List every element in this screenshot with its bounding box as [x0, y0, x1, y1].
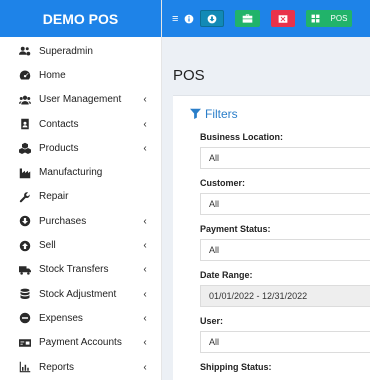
- field-label: User:: [200, 316, 224, 326]
- sidebar-item-label: Expenses: [39, 312, 83, 324]
- payment-status-select[interactable]: All: [200, 239, 370, 261]
- sidebar-item-user-management[interactable]: User Management ‹: [0, 88, 161, 112]
- sidebar-item-stock-transfers[interactable]: Stock Transfers ‹: [0, 258, 161, 282]
- arrow-circle-down-icon: [18, 215, 32, 227]
- chevron-left-icon: ‹: [143, 240, 147, 252]
- users-cog-icon: [18, 45, 32, 57]
- sidebar-item-purchases[interactable]: Purchases ‹: [0, 209, 161, 233]
- top-navbar: ≡ POS: [162, 0, 370, 37]
- filters-toggle[interactable]: Filters: [173, 96, 370, 131]
- info-icon[interactable]: [184, 14, 194, 24]
- minus-circle-icon: [18, 312, 32, 324]
- briefcase-button[interactable]: [235, 10, 261, 27]
- users-icon: [18, 94, 32, 106]
- truck-icon: [18, 264, 32, 276]
- sidebar-item-sell[interactable]: Sell ‹: [0, 233, 161, 257]
- sidebar-item-label: Stock Transfers: [39, 264, 109, 276]
- main-content: POS Filters Business Location: All Custo…: [162, 37, 370, 380]
- sidebar-item-label: User Management: [39, 94, 122, 106]
- field-label: Shipping Status:: [200, 362, 272, 372]
- payment-status-field: Payment Status: All: [173, 223, 370, 261]
- sidebar-item-contacts[interactable]: Contacts ‹: [0, 112, 161, 136]
- chevron-left-icon: ‹: [143, 312, 147, 324]
- sidebar-item-label: Home: [39, 69, 66, 81]
- sidebar-item-repair[interactable]: Repair: [0, 185, 161, 209]
- chevron-left-icon: ‹: [143, 94, 147, 106]
- field-label: Customer:: [200, 178, 246, 188]
- sidebar-item-label: Sell: [39, 240, 56, 252]
- sidebar-item-products[interactable]: Products ‹: [0, 136, 161, 160]
- sidebar-item-manufacturing[interactable]: Manufacturing: [0, 160, 161, 184]
- th-large-icon: [311, 14, 320, 23]
- sidebar-item-label: Products: [39, 142, 79, 154]
- database-icon: [18, 288, 32, 300]
- business-location-select[interactable]: All: [200, 147, 370, 169]
- pos-button[interactable]: POS: [306, 10, 353, 27]
- industry-icon: [18, 167, 32, 179]
- dashboard-icon: [18, 69, 32, 81]
- filters-panel: Filters Business Location: All Customer:…: [173, 95, 370, 380]
- briefcase-icon: [243, 14, 253, 23]
- hamburger-menu-icon[interactable]: ≡: [172, 13, 178, 25]
- customer-field: Customer: All: [173, 177, 370, 215]
- date-range-field: Date Range: 01/01/2022 - 12/31/2022: [173, 269, 370, 307]
- sidebar-item-label: Contacts: [39, 118, 79, 130]
- chevron-left-icon: ‹: [143, 142, 147, 154]
- brand-logo[interactable]: DEMO POS: [0, 0, 161, 37]
- sidebar-item-label: Manufacturing: [39, 167, 103, 179]
- filter-icon: [190, 108, 201, 119]
- field-label: Business Location:: [200, 132, 284, 142]
- sidebar-item-reports[interactable]: Reports ‹: [0, 355, 161, 379]
- sidebar-item-label: Superadmin: [39, 45, 93, 57]
- business-location-field: Business Location: All: [173, 131, 370, 169]
- sidebar-item-label: Payment Accounts: [39, 337, 122, 349]
- date-range-input[interactable]: 01/01/2022 - 12/31/2022: [200, 285, 370, 307]
- sidebar-item-label: Reports: [39, 361, 75, 373]
- download-button[interactable]: [200, 10, 225, 27]
- arrow-circle-down-icon: [208, 14, 217, 23]
- close-register-button[interactable]: [271, 10, 296, 27]
- sidebar-menu: Superadmin Home User Management ‹ Contac…: [0, 39, 161, 379]
- chevron-left-icon: ‹: [143, 264, 147, 276]
- sidebar-item-stock-adjustment[interactable]: Stock Adjustment ‹: [0, 282, 161, 306]
- sidebar-item-payment-accounts[interactable]: Payment Accounts ‹: [0, 331, 161, 355]
- chevron-left-icon: ‹: [143, 361, 147, 373]
- sidebar: DEMO POS Superadmin Home User Management…: [0, 0, 162, 380]
- address-book-icon: [18, 118, 32, 130]
- arrow-circle-up-icon: [18, 240, 32, 252]
- sidebar-item-label: Stock Adjustment: [39, 288, 117, 300]
- field-label: Date Range:: [200, 270, 253, 280]
- window-close-icon: [279, 14, 288, 23]
- bar-chart-icon: [18, 361, 32, 373]
- chevron-left-icon: ‹: [143, 118, 147, 130]
- customer-select[interactable]: All: [200, 193, 370, 215]
- shipping-status-field: Shipping Status:: [173, 361, 370, 374]
- pos-button-label: POS: [330, 14, 348, 23]
- wrench-icon: [18, 191, 32, 203]
- money-check-icon: [18, 337, 32, 349]
- page-title: POS: [173, 67, 205, 84]
- sidebar-item-home[interactable]: Home: [0, 63, 161, 87]
- sidebar-item-superadmin[interactable]: Superadmin: [0, 39, 161, 63]
- cubes-icon: [18, 142, 32, 155]
- chevron-left-icon: ‹: [143, 288, 147, 300]
- chevron-left-icon: ‹: [143, 215, 147, 227]
- chevron-left-icon: ‹: [143, 337, 147, 349]
- filters-heading: Filters: [205, 106, 238, 121]
- user-select[interactable]: All: [200, 331, 370, 353]
- sidebar-item-label: Purchases: [39, 215, 87, 227]
- sidebar-item-expenses[interactable]: Expenses ‹: [0, 306, 161, 330]
- user-field: User: All: [173, 315, 370, 353]
- field-label: Payment Status:: [200, 224, 271, 234]
- sidebar-item-label: Repair: [39, 191, 69, 203]
